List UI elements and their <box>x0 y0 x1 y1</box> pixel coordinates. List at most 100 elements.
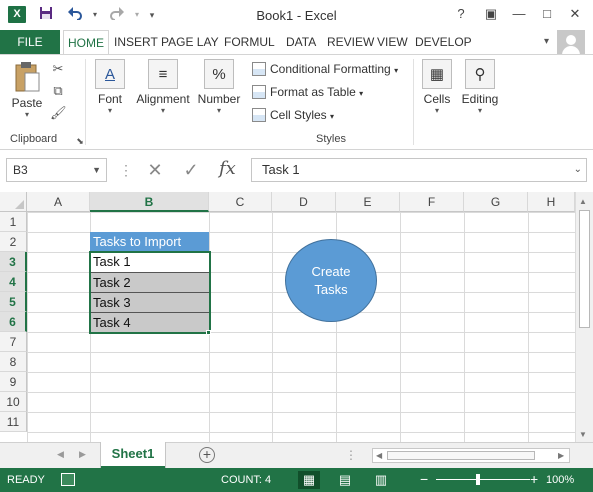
format-as-table-button[interactable]: Format as Table ▾ <box>252 83 363 101</box>
select-all-button[interactable] <box>0 192 27 212</box>
normal-view-icon[interactable]: ▦ <box>298 471 320 489</box>
font-icon: A <box>95 59 125 89</box>
scroll-right-icon[interactable]: ▶ <box>558 449 564 462</box>
zoom-out-icon[interactable]: − <box>420 471 428 487</box>
tab-file[interactable]: FILE <box>0 30 60 54</box>
cut-icon[interactable]: ✂ <box>50 61 66 77</box>
tab-review[interactable]: REVIEW <box>323 30 378 54</box>
column-header-h[interactable]: H <box>528 192 575 212</box>
ribbon-display-options-button[interactable]: ▣ <box>482 5 500 23</box>
next-sheet-icon[interactable]: ▶ <box>79 449 86 460</box>
minimize-button[interactable]: — <box>510 5 528 23</box>
page-layout-view-icon[interactable]: ▤ <box>334 471 356 489</box>
scroll-up-icon[interactable]: ▲ <box>579 197 587 206</box>
paste-dropdown-icon[interactable]: ▾ <box>7 110 47 119</box>
row-header-11[interactable]: 11 <box>0 412 27 432</box>
column-header-c[interactable]: C <box>209 192 272 212</box>
insert-function-button[interactable]: fx <box>219 158 236 179</box>
avatar[interactable] <box>557 30 585 57</box>
row-header-1[interactable]: 1 <box>0 212 27 232</box>
name-box[interactable]: B3 ▼ <box>6 158 107 182</box>
expand-formula-bar-icon[interactable]: ⌄ <box>574 159 582 181</box>
row-header-6[interactable]: 6 <box>0 312 27 332</box>
column-header-f[interactable]: F <box>400 192 464 212</box>
cell-styles-button[interactable]: Cell Styles ▾ <box>252 106 334 124</box>
tab-data[interactable]: DATA <box>282 30 320 54</box>
maximize-button[interactable]: □ <box>538 5 556 23</box>
row-header-10[interactable]: 10 <box>0 392 27 412</box>
copy-icon[interactable]: ⧉ <box>50 83 66 99</box>
enter-icon[interactable]: ✓ <box>180 159 202 181</box>
title-bar: X ▾ ▾ ▾ Book1 - Excel ? ▣ — □ ✕ <box>0 0 593 30</box>
number-dropdown-icon: ▾ <box>216 106 221 115</box>
tab-developer[interactable]: DEVELOP <box>411 30 476 54</box>
tab-insert[interactable]: INSERT <box>110 30 162 54</box>
formula-bar-splitter-icon[interactable]: ⋮ <box>119 162 133 179</box>
help-button[interactable]: ? <box>452 5 470 23</box>
format-painter-icon[interactable]: 🖌 <box>50 105 67 121</box>
tab-view[interactable]: VIEW <box>373 30 412 54</box>
editing-button[interactable]: ⚲ Editing ▾ <box>458 59 502 115</box>
row-header-4[interactable]: 4 <box>0 272 27 292</box>
cancel-icon[interactable]: ✕ <box>144 159 166 181</box>
formula-input[interactable]: Task 1 ⌄ <box>251 158 587 182</box>
tab-formulas[interactable]: FORMUL <box>220 30 279 54</box>
tab-splitter-icon[interactable]: ⋮ <box>345 448 357 462</box>
zoom-in-icon[interactable]: + <box>530 471 538 487</box>
scroll-down-icon[interactable]: ▼ <box>579 430 587 439</box>
selection-range <box>89 251 211 334</box>
close-button[interactable]: ✕ <box>566 5 584 23</box>
alignment-icon: ≡ <box>148 59 178 89</box>
vertical-scroll-thumb[interactable] <box>579 210 590 328</box>
font-button[interactable]: A Font ▾ <box>90 59 130 115</box>
number-button[interactable]: % Number ▾ <box>196 59 242 115</box>
number-label: Number <box>197 92 241 106</box>
row-header-2[interactable]: 2 <box>0 232 27 252</box>
horizontal-scrollbar[interactable]: ◀ ▶ <box>372 448 570 463</box>
status-bar: READY COUNT: 4 ▦ ▤ ▥ − + 100% <box>0 468 593 492</box>
zoom-slider-thumb[interactable] <box>476 474 480 485</box>
column-header-g[interactable]: G <box>464 192 528 212</box>
cells-label: Cells <box>423 92 451 106</box>
horizontal-scroll-thumb[interactable] <box>387 451 535 460</box>
cell-b2[interactable]: Tasks to Import <box>90 232 209 252</box>
scroll-left-icon[interactable]: ◀ <box>376 449 382 462</box>
tab-home[interactable]: HOME <box>63 30 109 55</box>
percent-icon: % <box>204 59 234 89</box>
fill-handle[interactable] <box>206 330 211 335</box>
conditional-formatting-icon <box>252 62 266 76</box>
column-header-d[interactable]: D <box>272 192 336 212</box>
formula-bar: B3 ▼ ⋮ ✕ ✓ fx Task 1 ⌄ <box>0 150 593 192</box>
sheet-tab-sheet1[interactable]: Sheet1 <box>101 442 165 468</box>
alignment-button[interactable]: ≡ Alignment ▾ <box>134 59 192 115</box>
row-header-9[interactable]: 9 <box>0 372 27 392</box>
vertical-scrollbar[interactable]: ▲ ▼ <box>575 192 593 442</box>
paste-label: Paste <box>11 96 43 110</box>
clipboard-group-label: Clipboard <box>10 133 58 145</box>
create-tasks-shape[interactable]: Create Tasks <box>285 239 377 322</box>
collapse-ribbon-icon[interactable]: ▾ <box>544 36 549 47</box>
plus-circle-icon[interactable]: + <box>199 447 215 463</box>
macro-recording-icon[interactable] <box>61 473 75 486</box>
previous-sheet-icon[interactable]: ◀ <box>57 449 64 460</box>
format-as-table-icon <box>252 85 266 99</box>
row-header-5[interactable]: 5 <box>0 292 27 312</box>
tab-page-layout[interactable]: PAGE LAY <box>157 30 223 54</box>
column-header-e[interactable]: E <box>336 192 400 212</box>
ribbon-tabs: FILE HOME INSERT PAGE LAY FORMUL DATA RE… <box>0 30 593 57</box>
page-break-preview-icon[interactable]: ▥ <box>370 471 392 489</box>
clipboard-icon <box>13 61 41 93</box>
row-header-3[interactable]: 3 <box>0 252 27 272</box>
paste-button[interactable]: Paste ▾ <box>7 61 47 119</box>
worksheet-grid: A B C D E F G H 1 2 3 4 5 6 7 8 9 10 11 … <box>0 192 575 442</box>
font-label: Font <box>97 92 122 106</box>
column-header-b[interactable]: B <box>90 192 209 212</box>
row-header-8[interactable]: 8 <box>0 352 27 372</box>
zoom-slider[interactable] <box>436 479 530 480</box>
row-header-7[interactable]: 7 <box>0 332 27 352</box>
name-box-dropdown-icon[interactable]: ▼ <box>92 159 101 181</box>
conditional-formatting-button[interactable]: Conditional Formatting ▾ <box>252 60 398 78</box>
zoom-level[interactable]: 100% <box>546 474 574 486</box>
column-header-a[interactable]: A <box>27 192 90 212</box>
cells-button[interactable]: ▦ Cells ▾ <box>420 59 454 115</box>
